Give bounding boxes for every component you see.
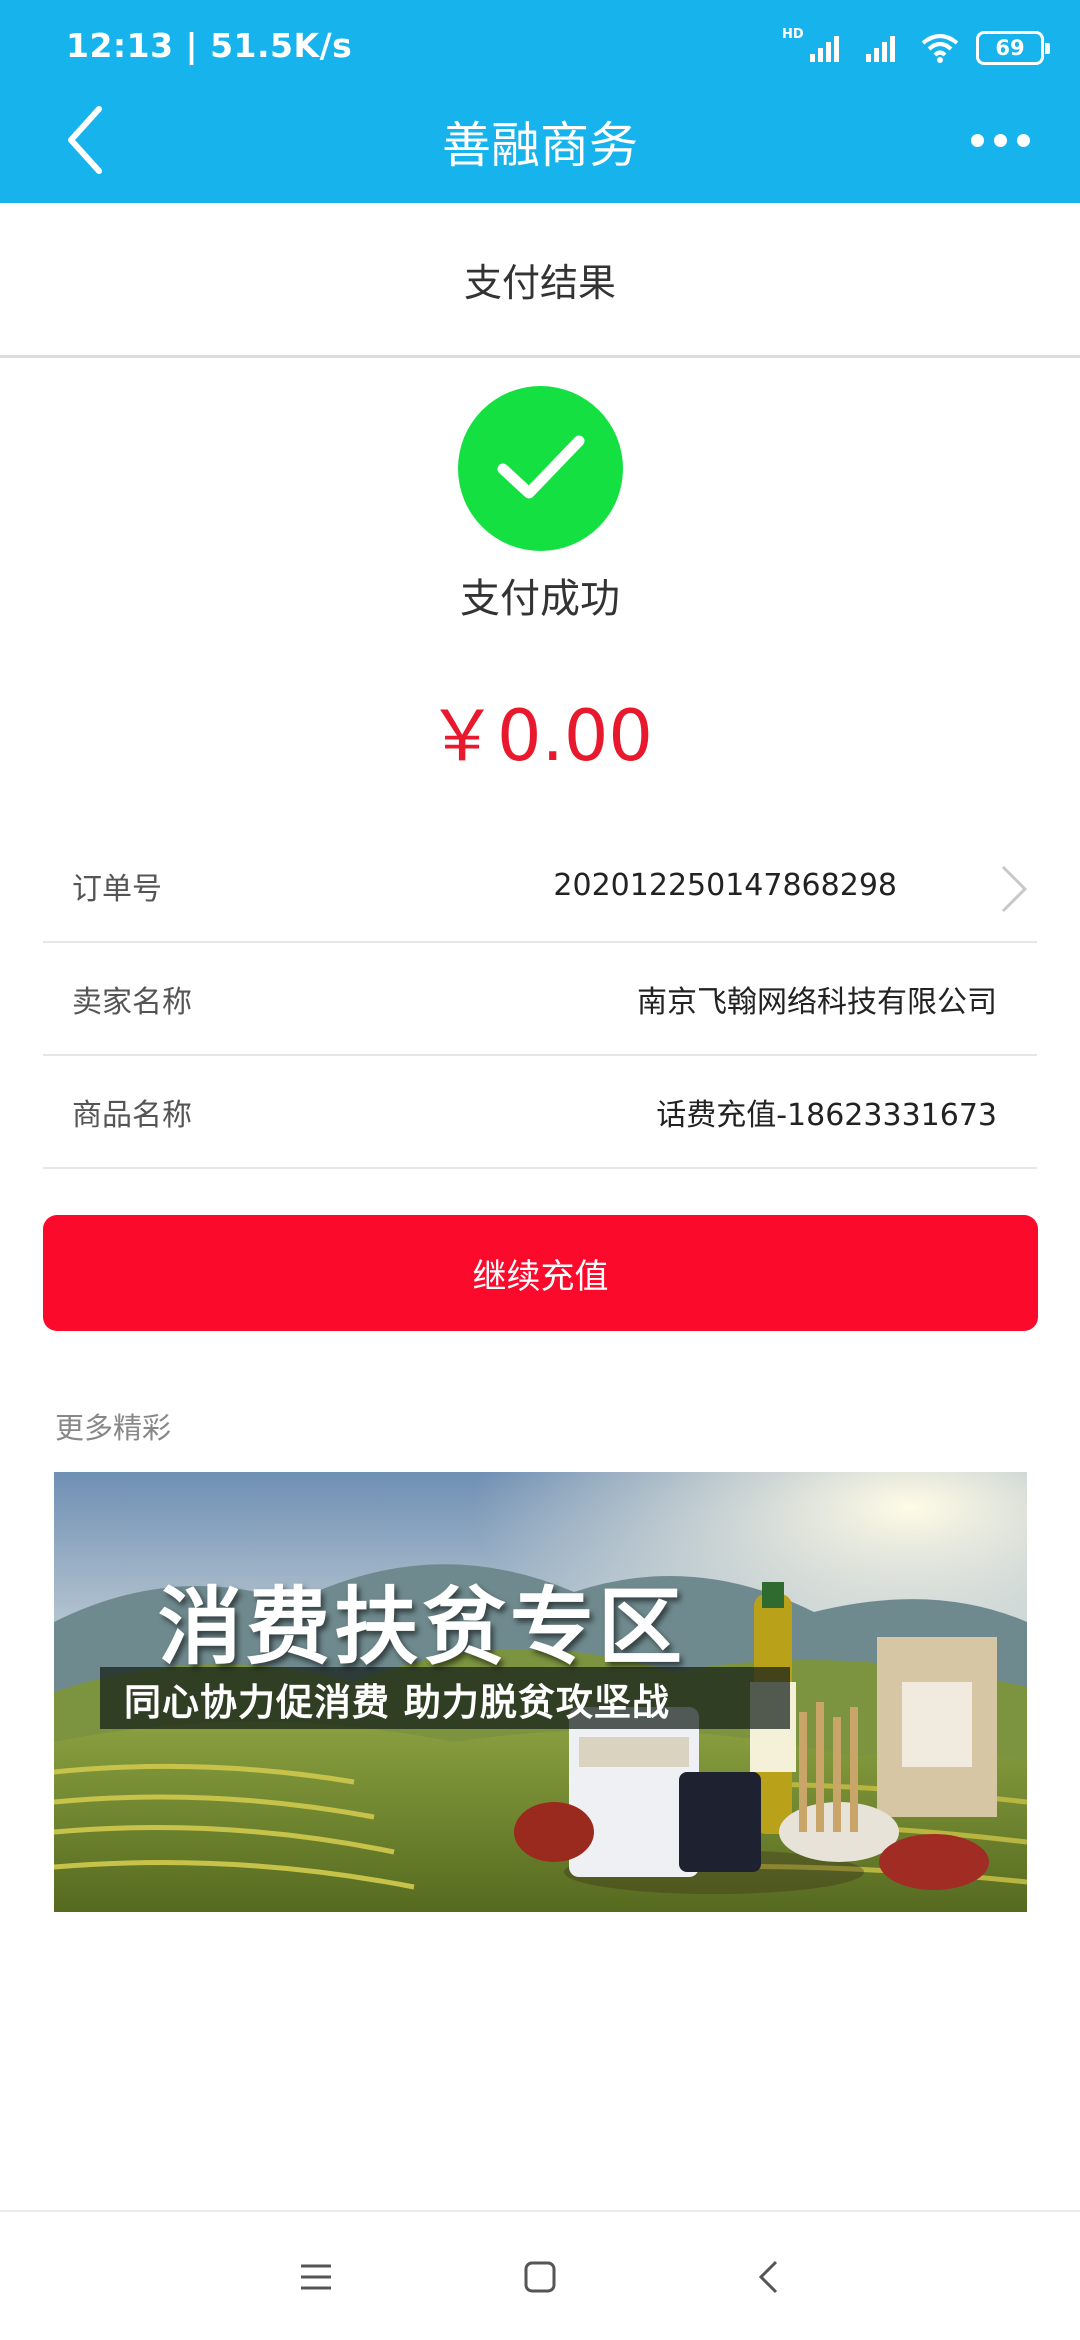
- signal-icon: [866, 36, 895, 62]
- system-back-button[interactable]: [738, 2247, 798, 2307]
- continue-recharge-button[interactable]: 继续充值: [43, 1215, 1038, 1331]
- product-name-label: 商品名称: [72, 1097, 192, 1133]
- system-nav-bar: [0, 2210, 1080, 2340]
- battery-icon: 69: [976, 31, 1050, 65]
- order-details: 订单号 202012250147868298 卖家名称 南京飞翰网络科技有限公司…: [43, 830, 1037, 1169]
- promo-banner[interactable]: 消费扶贫专区 同心协力促消费 助力脱贫攻坚战: [54, 1472, 1027, 1912]
- more-dot-icon: [970, 133, 984, 147]
- home-square-icon: [524, 2261, 556, 2293]
- seller-name-label: 卖家名称: [72, 984, 192, 1020]
- payment-result-page: 12:13 | 51.5K/s HD 69 善融商务 支付结果 支付成功 ￥0.…: [0, 0, 1080, 2340]
- page-title: 善融商务: [441, 117, 638, 174]
- payment-status: 支付成功: [460, 576, 620, 622]
- section-title: 支付结果: [0, 203, 1080, 358]
- seller-name-value: 南京飞翰网络科技有限公司: [637, 984, 997, 1020]
- success-icon: [458, 386, 623, 551]
- banner-subtitle: 同心协力促消费 助力脱贫攻坚战: [124, 1681, 670, 1724]
- battery-level: 69: [995, 36, 1025, 60]
- payment-amount: ￥0.00: [427, 695, 653, 777]
- menu-button[interactable]: [286, 2247, 346, 2307]
- order-number-label: 订单号: [72, 871, 162, 907]
- wifi-icon: [921, 34, 959, 63]
- home-button[interactable]: [510, 2247, 570, 2307]
- status-time: 12:13 | 51.5K/s: [66, 26, 353, 65]
- hd-label: HD: [782, 27, 804, 42]
- product-name-row: 商品名称 话费充值-18623331673: [43, 1056, 1037, 1169]
- product-name-value: 话费充值-18623331673: [656, 1097, 997, 1133]
- back-triangle-icon: [758, 2260, 778, 2294]
- signal-icon: [810, 36, 839, 62]
- order-number-value: 202012250147868298: [553, 868, 897, 903]
- app-header: 12:13 | 51.5K/s HD 69 善融商务: [0, 0, 1080, 203]
- seller-name-row: 卖家名称 南京飞翰网络科技有限公司: [43, 943, 1037, 1056]
- status-icons: 69: [808, 28, 1050, 68]
- more-dot-icon: [1016, 133, 1030, 147]
- menu-icon: [301, 2264, 331, 2290]
- more-options-button[interactable]: [960, 118, 1040, 162]
- order-number-row[interactable]: 订单号 202012250147868298: [43, 830, 1037, 943]
- banner-title: 消费扶贫专区: [158, 1578, 687, 1676]
- more-dot-icon: [993, 133, 1007, 147]
- chevron-right-icon: [1001, 865, 1028, 913]
- more-section-label: 更多精彩: [55, 1411, 172, 1445]
- checkmark-icon: [497, 435, 584, 498]
